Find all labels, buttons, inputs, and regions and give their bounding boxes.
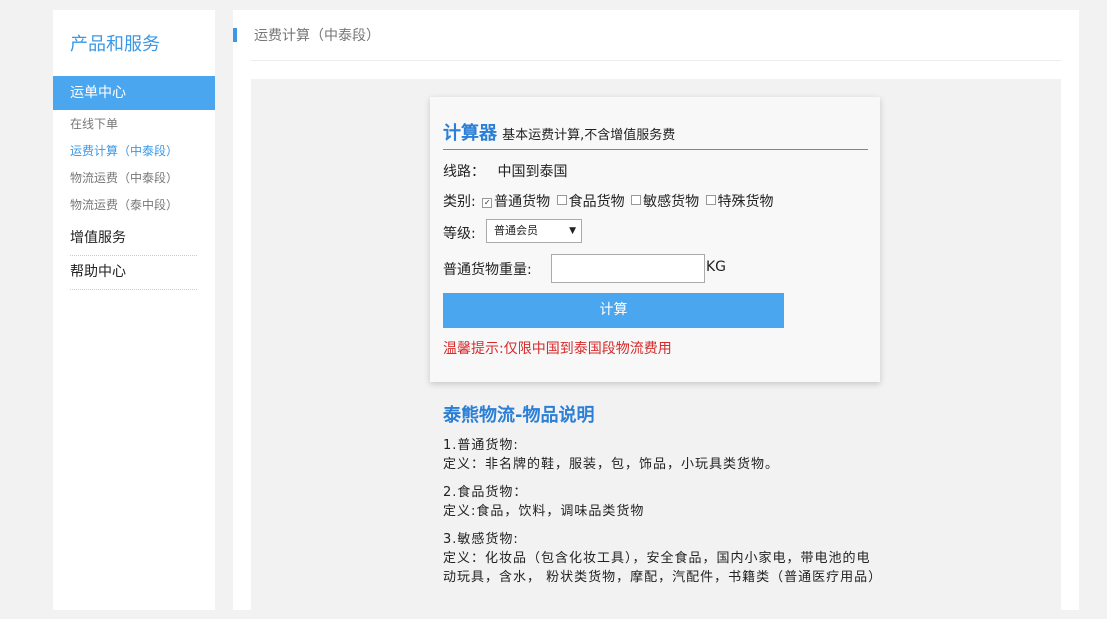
category-food-label: 食品货物 bbox=[568, 194, 625, 210]
level-selected-value: 普通会员 bbox=[494, 224, 538, 237]
description-item: 2.食品货物： 定义:食品，饮料，调味品类货物 bbox=[443, 483, 883, 521]
sidebar-item-help-center[interactable]: 帮助中心 bbox=[70, 261, 197, 290]
description-item-heading: 1.普通货物: bbox=[443, 438, 519, 453]
category-general-label: 普通货物 bbox=[494, 194, 551, 210]
calculator-header: 计算器 基本运费计算,不含增值服务费 bbox=[443, 119, 868, 150]
route-label: 线路： bbox=[443, 164, 485, 180]
sidebar-subitem-freight-th-cn[interactable]: 物流运费（泰中段） bbox=[70, 196, 178, 213]
sidebar-item-value-added[interactable]: 增值服务 bbox=[70, 227, 197, 256]
checkbox-sensitive[interactable] bbox=[631, 195, 642, 205]
category-sensitive-label: 敏感货物 bbox=[643, 194, 700, 210]
dropdown-arrow-icon: ▼ bbox=[569, 226, 576, 236]
sidebar-subitem-freight-cn-th[interactable]: 物流运费（中泰段） bbox=[70, 169, 178, 186]
breadcrumb-marker bbox=[233, 28, 237, 42]
calculator-card: 计算器 基本运费计算,不含增值服务费 线路： 中国到泰国 类别: ✓ 普通货物 食… bbox=[430, 97, 880, 382]
calculator-title: 计算器 bbox=[443, 123, 497, 144]
breadcrumb: 运费计算（中泰段） bbox=[254, 28, 380, 44]
description-item-text: 定义:食品，饮料，调味品类货物 bbox=[443, 504, 645, 519]
content-panel: 计算器 基本运费计算,不含增值服务费 线路： 中国到泰国 类别: ✓ 普通货物 食… bbox=[251, 79, 1061, 619]
sidebar-title: 产品和服务 bbox=[70, 34, 160, 55]
checkbox-general[interactable]: ✓ bbox=[482, 198, 493, 208]
route-value: 中国到泰国 bbox=[497, 164, 568, 180]
description-item-heading: 2.食品货物： bbox=[443, 485, 528, 500]
description-item: 3.敏感货物: 定义：化妆品（包含化妆工具），安全食品，国内小家电，带电池的电动… bbox=[443, 530, 883, 587]
calculate-button[interactable]: 计算 bbox=[443, 293, 784, 328]
weight-label: 普通货物重量: bbox=[443, 262, 532, 278]
weight-unit: KG bbox=[706, 259, 727, 275]
sidebar-item-waybill-center[interactable]: 运单中心 bbox=[53, 76, 215, 110]
description-title: 泰熊物流-物品说明 bbox=[443, 405, 595, 426]
calculator-subtitle: 基本运费计算,不含增值服务费 bbox=[502, 128, 676, 143]
description-item-text: 定义：化妆品（包含化妆工具），安全食品，国内小家电，带电池的电动玩具，含水， 粉… bbox=[443, 551, 883, 585]
level-label: 等级: bbox=[443, 226, 476, 242]
sidebar-subitem-freight-calc[interactable]: 运费计算（中泰段） bbox=[70, 142, 178, 159]
category-label: 类别: bbox=[443, 194, 476, 210]
category-special-label: 特殊货物 bbox=[717, 194, 774, 210]
level-select[interactable]: 普通会员 ▼ bbox=[486, 219, 582, 243]
goods-description: 泰熊物流-物品说明 1.普通货物: 定义：非名牌的鞋，服装，包，饰品，小玩具类货… bbox=[443, 401, 883, 596]
checkbox-food[interactable] bbox=[556, 195, 567, 205]
description-item-heading: 3.敏感货物: bbox=[443, 532, 519, 547]
category-row: 类别: ✓ 普通货物 食品货物 敏感货物 特殊货物 bbox=[443, 191, 774, 211]
sidebar-subitem-online-order[interactable]: 在线下单 bbox=[70, 115, 118, 132]
main-content: 运费计算（中泰段） 计算器 基本运费计算,不含增值服务费 线路： 中国到泰国 类… bbox=[233, 10, 1079, 619]
route-row: 线路： 中国到泰国 bbox=[443, 161, 567, 181]
description-item: 1.普通货物: 定义：非名牌的鞋，服装，包，饰品，小玩具类货物。 bbox=[443, 436, 883, 474]
description-item-text: 定义：非名牌的鞋，服装，包，饰品，小玩具类货物。 bbox=[443, 457, 780, 472]
checkbox-special[interactable] bbox=[705, 195, 716, 205]
sidebar: 产品和服务 运单中心 在线下单 运费计算（中泰段） 物流运费（中泰段） 物流运费… bbox=[53, 10, 215, 610]
warning-tip: 温馨提示:仅限中国到泰国段物流费用 bbox=[443, 341, 672, 357]
weight-input[interactable] bbox=[551, 254, 705, 283]
divider bbox=[251, 60, 1061, 61]
